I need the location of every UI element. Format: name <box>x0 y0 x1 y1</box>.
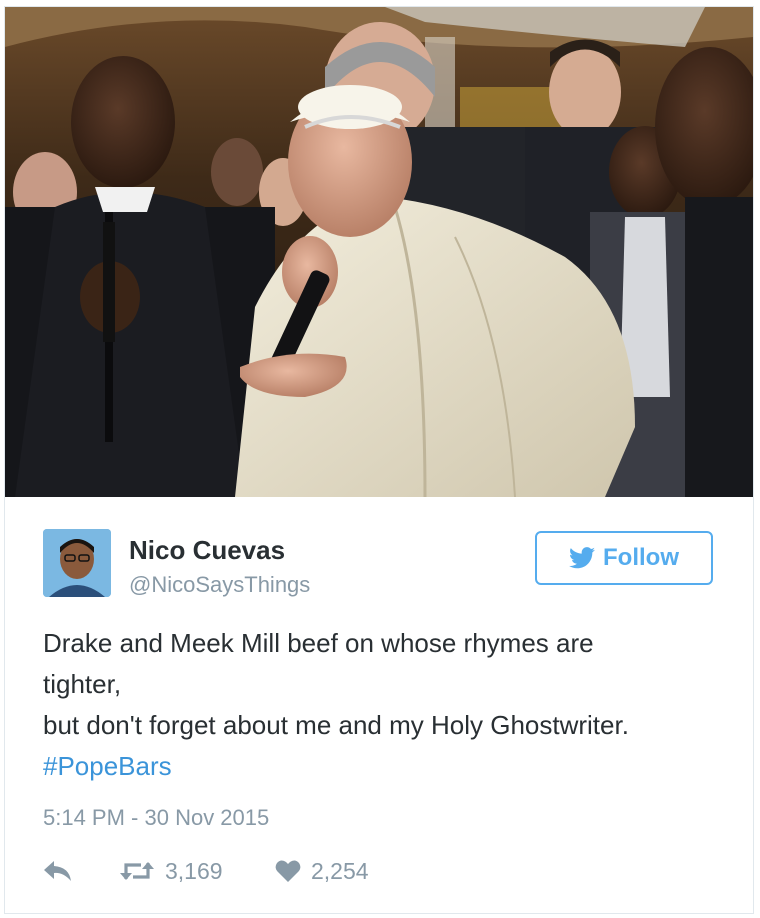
hashtag-link[interactable]: #PopeBars <box>43 746 733 787</box>
tweet-photo[interactable] <box>5 7 753 497</box>
like-count: 2,254 <box>311 857 369 884</box>
tweet-card: Nico Cuevas @NicoSaysThings Follow Drake… <box>4 6 754 914</box>
retweet-icon <box>120 862 154 880</box>
reply-action[interactable] <box>43 853 73 889</box>
avatar-image <box>43 529 111 597</box>
tweet-text: Drake and Meek Mill beef on whose rhymes… <box>43 623 733 787</box>
retweet-count: 3,169 <box>165 857 223 884</box>
avatar[interactable] <box>43 529 111 597</box>
tweet-text-line: but don't forget about me and my Holy Gh… <box>43 710 629 740</box>
display-name[interactable]: Nico Cuevas <box>129 535 285 566</box>
retweet-action[interactable]: 3,169 <box>119 853 223 889</box>
screen-name[interactable]: @NicoSaysThings <box>129 572 310 598</box>
follow-label: Follow <box>603 544 679 571</box>
follow-button[interactable]: Follow <box>535 531 713 585</box>
like-action[interactable]: 2,254 <box>275 853 369 889</box>
heart-icon <box>275 860 301 882</box>
tweet-text-line: tighter, <box>43 669 122 699</box>
tweet-actions: 3,169 2,254 <box>43 853 643 889</box>
tweet-timestamp[interactable]: 5:14 PM - 30 Nov 2015 <box>43 805 269 831</box>
twitter-bird-icon <box>569 547 595 569</box>
reply-icon <box>44 861 71 881</box>
tweet-text-line: Drake and Meek Mill beef on whose rhymes… <box>43 628 594 658</box>
tweet-header: Nico Cuevas @NicoSaysThings Follow <box>5 497 753 607</box>
